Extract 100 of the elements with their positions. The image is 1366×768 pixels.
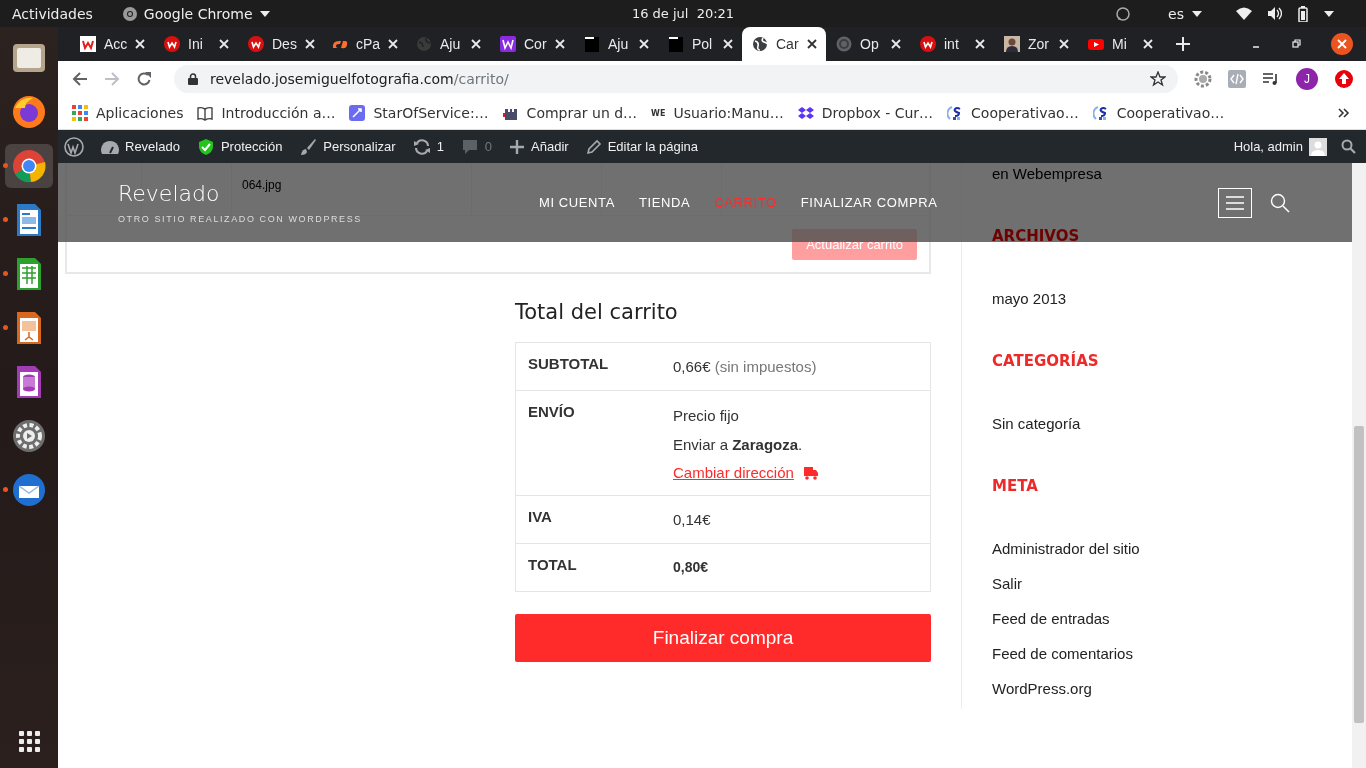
logo-icon xyxy=(248,36,264,52)
browser-tab[interactable]: Car xyxy=(742,27,826,61)
bookmark[interactable]: Introducción a… xyxy=(197,105,336,121)
browser-tab[interactable]: Aju xyxy=(574,27,658,61)
toolbar-link[interactable]: Añadir xyxy=(509,138,569,155)
logo-icon xyxy=(164,36,180,52)
sidebar-link[interactable]: Feed de comentarios xyxy=(992,644,1133,663)
chrome-icon xyxy=(122,6,137,21)
widget-heading: META xyxy=(992,477,1038,496)
logo-icon xyxy=(920,36,936,52)
new-tab-icon[interactable] xyxy=(1176,37,1190,51)
row-label: IVA xyxy=(527,507,553,527)
browser-tab[interactable]: Mi xyxy=(1078,27,1162,61)
dock-app[interactable] xyxy=(5,144,53,188)
bookmark[interactable]: Dropbox - Cur… xyxy=(797,105,934,121)
sidebar-link[interactable]: Feed de entradas xyxy=(992,609,1110,628)
change-address-link[interactable]: Cambiar dirección xyxy=(673,464,794,481)
address-field[interactable]: revelado.josemiguelfotografia.com/carrito/ xyxy=(174,65,1178,93)
bookmark[interactable]: Aplicaciones xyxy=(72,105,184,121)
toolbar-link[interactable]: Revelado xyxy=(101,137,180,156)
page-icon xyxy=(584,36,600,52)
bookmark[interactable]: WE Usuario:Manu… xyxy=(651,105,784,121)
site-tagline: OTRO SITIO REALIZADO CON WORDPRESS xyxy=(118,214,363,224)
brush-icon xyxy=(299,137,318,156)
row-label: ENVÍO xyxy=(527,402,576,422)
favicon-text: WE xyxy=(651,108,666,118)
browser-tab[interactable]: Op xyxy=(826,27,910,61)
menu-icon[interactable] xyxy=(1218,187,1252,218)
gear-icon[interactable] xyxy=(1194,70,1212,88)
nav-link[interactable]: TIENDA xyxy=(638,195,691,210)
sidebar-link[interactable]: WordPress.org xyxy=(992,679,1092,698)
update-icon[interactable] xyxy=(1334,69,1354,89)
activities-button[interactable]: Actividades xyxy=(12,5,93,22)
amount: 0,80€ xyxy=(673,558,710,577)
bookmark[interactable]: Cooperativao… xyxy=(1092,105,1225,121)
close-icon[interactable] xyxy=(807,39,817,49)
wifi-icon xyxy=(1236,7,1252,20)
search-icon[interactable] xyxy=(1270,192,1290,213)
caret-icon xyxy=(259,10,270,17)
toolbar-link[interactable]: Personalizar xyxy=(299,137,396,156)
nav-link[interactable]: MI CUENTA xyxy=(539,195,615,210)
star-icon[interactable] xyxy=(1150,71,1166,87)
nav-link[interactable]: FINALIZAR COMPRA xyxy=(800,195,938,210)
browser-tab[interactable]: cPa xyxy=(322,27,406,61)
globe-icon xyxy=(752,36,768,52)
sidebar-link[interactable]: Salir xyxy=(992,574,1022,593)
scrollbar[interactable] xyxy=(1352,163,1366,768)
browser-tab[interactable]: int xyxy=(910,27,994,61)
sidebar-link[interactable]: Administrador del sitio xyxy=(992,539,1140,558)
profile-avatar[interactable]: J xyxy=(1296,68,1318,90)
person-icon xyxy=(1004,36,1020,52)
more-icon[interactable] xyxy=(1338,108,1350,118)
plus-icon xyxy=(509,138,526,155)
bookmark[interactable]: Comprar un d… xyxy=(502,105,638,121)
file-name: 064.jpg xyxy=(242,178,282,192)
volume-icon xyxy=(1268,7,1282,20)
logo-icon xyxy=(80,36,96,52)
mail-icon xyxy=(11,472,47,508)
shipping-method: Precio fijo xyxy=(673,406,740,425)
bookmark[interactable]: Cooperativao… xyxy=(947,105,1079,121)
sidebar-link[interactable]: mayo 2013 xyxy=(992,289,1067,308)
box-icon xyxy=(797,105,814,121)
fox-globe-icon xyxy=(11,94,47,130)
bookmark[interactable]: StarOfService:… xyxy=(349,105,489,121)
browser-tab[interactable]: Aju xyxy=(406,27,490,61)
section-heading: Total del carrito xyxy=(515,300,679,324)
checkout-button[interactable]: Finalizar compra xyxy=(515,614,931,662)
caret-icon[interactable] xyxy=(1324,10,1334,17)
account-menu[interactable]: Hola, admin xyxy=(1233,137,1327,156)
browser-tab[interactable]: Des xyxy=(238,27,322,61)
browser-tab[interactable]: Pol xyxy=(658,27,742,61)
toolbar-link[interactable]: Protección xyxy=(196,137,283,156)
toolbar-link[interactable]: Editar la página xyxy=(585,138,698,155)
restore-icon[interactable] xyxy=(1291,39,1301,49)
close-icon[interactable] xyxy=(1331,33,1353,55)
play-icon xyxy=(1088,36,1104,52)
avatar-icon xyxy=(1309,137,1327,156)
browser-tab[interactable]: Ini xyxy=(154,27,238,61)
rocket-icon xyxy=(349,105,366,121)
shipping-destination: Enviar a Zaragoza. xyxy=(673,435,804,454)
widget-heading: ARCHIVOS xyxy=(992,227,1080,246)
app-grid-icon[interactable] xyxy=(18,731,40,752)
reload-icon[interactable] xyxy=(136,71,152,87)
wordpress-icon[interactable] xyxy=(64,136,84,157)
sidebar-link[interactable]: en Webempresa xyxy=(992,164,1102,183)
browser-tab[interactable]: Zor xyxy=(994,27,1078,61)
language-menu[interactable]: es xyxy=(1168,5,1202,22)
browser-tab[interactable]: Acc xyxy=(70,27,154,61)
truck-icon xyxy=(802,465,819,480)
back-icon[interactable] xyxy=(72,71,88,87)
playlist-icon[interactable] xyxy=(1262,71,1280,87)
pencil-icon xyxy=(585,138,602,155)
search-icon[interactable] xyxy=(1341,139,1356,154)
site-title[interactable]: Revelado xyxy=(118,181,220,206)
battery-icon xyxy=(1298,5,1308,22)
sidebar-link[interactable]: Sin categoría xyxy=(992,414,1081,433)
toolbar-link[interactable]: 1 xyxy=(412,137,444,156)
browser-tab[interactable]: Cor xyxy=(490,27,574,61)
clock[interactable]: 16 de jul 20:21 xyxy=(631,6,735,21)
app-menu[interactable]: Google Chrome xyxy=(122,5,270,22)
